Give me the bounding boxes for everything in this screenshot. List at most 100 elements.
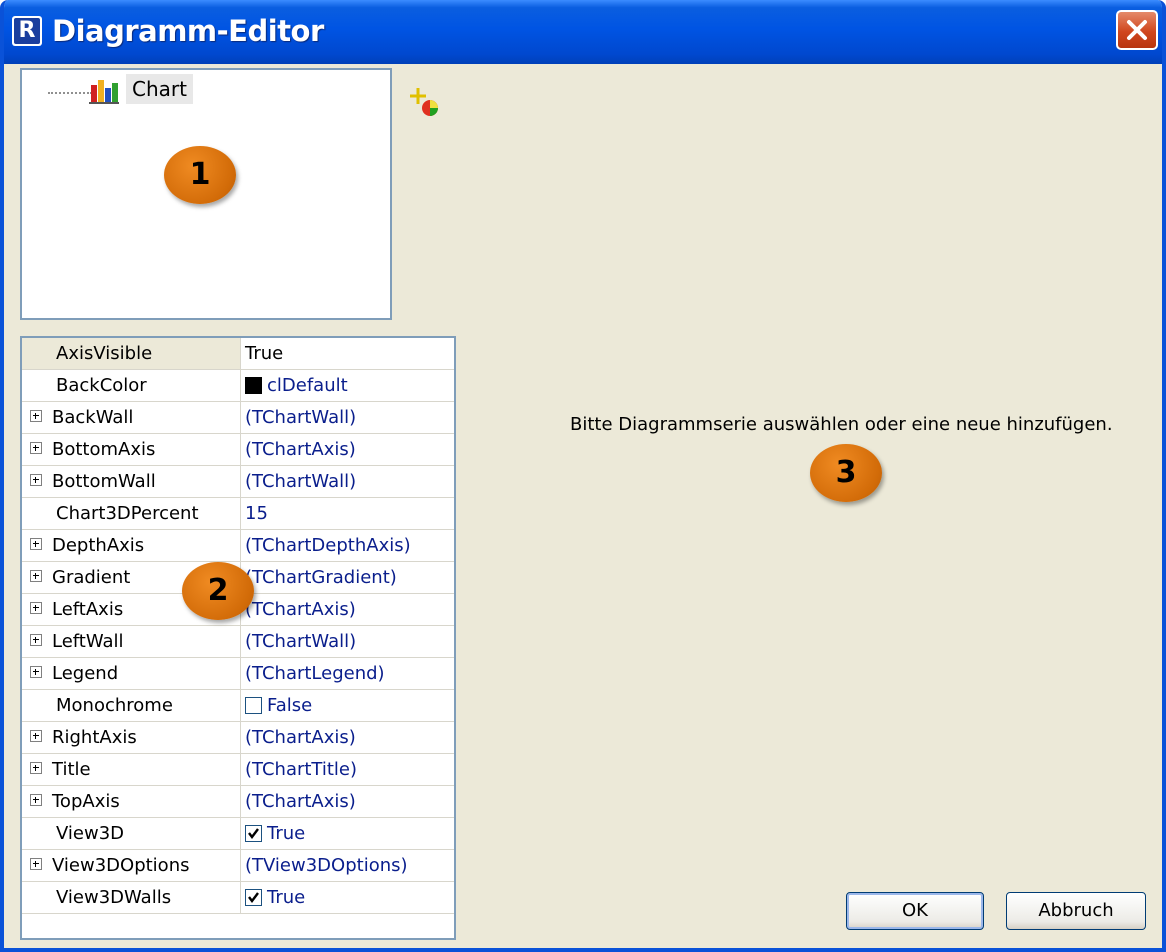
property-value-cell[interactable]: (TView3DOptions)	[241, 850, 454, 882]
property-name: LeftAxis	[52, 599, 124, 620]
property-name-cell[interactable]: RightAxis	[22, 722, 241, 754]
property-row-backcolor[interactable]: BackColor clDefault	[22, 370, 454, 402]
property-name-cell[interactable]: TopAxis	[22, 786, 241, 818]
property-row-leftwall[interactable]: LeftWall (TChartWall)	[22, 626, 454, 658]
expand-plus-icon[interactable]	[30, 602, 42, 614]
expand-plus-icon[interactable]	[30, 442, 42, 454]
property-name: View3D	[56, 823, 125, 844]
property-name-cell[interactable]: View3D	[22, 818, 241, 850]
expand-plus-icon[interactable]	[30, 570, 42, 582]
expand-plus-icon[interactable]	[30, 858, 42, 870]
property-value-cell[interactable]: (TChartWall)	[241, 626, 454, 658]
expand-plus-icon[interactable]	[30, 474, 42, 486]
property-name: LeftWall	[52, 631, 124, 652]
property-name-cell[interactable]: Chart3DPercent	[22, 498, 241, 530]
cancel-button[interactable]: Abbruch	[1006, 892, 1146, 930]
no-series-hint: Bitte Diagrammserie auswählen oder eine …	[570, 414, 1113, 435]
close-button[interactable]	[1116, 10, 1158, 50]
expand-plus-icon[interactable]	[30, 538, 42, 550]
property-row-backwall[interactable]: BackWall (TChartWall)	[22, 402, 454, 434]
property-name: RightAxis	[52, 727, 137, 748]
property-checkbox[interactable]	[245, 825, 262, 842]
property-value-cell[interactable]: (TChartLegend)	[241, 658, 454, 690]
property-name-cell[interactable]: View3DWalls	[22, 882, 241, 914]
property-name-cell[interactable]: DepthAxis	[22, 530, 241, 562]
property-value: True	[267, 823, 306, 844]
expand-plus-icon[interactable]	[30, 762, 42, 774]
property-name: BackWall	[52, 407, 134, 428]
property-value-cell[interactable]: (TChartWall)	[241, 466, 454, 498]
property-value-cell[interactable]: (TChartAxis)	[241, 786, 454, 818]
title-bar[interactable]: R Diagramm-Editor	[4, 0, 1162, 64]
property-name-cell[interactable]: Title	[22, 754, 241, 786]
property-value-cell[interactable]: clDefault	[241, 370, 454, 402]
property-checkbox[interactable]	[245, 697, 262, 714]
tree-node-chart[interactable]: Chart	[126, 74, 193, 104]
expand-plus-icon[interactable]	[30, 410, 42, 422]
property-row-bottomaxis[interactable]: BottomAxis (TChartAxis)	[22, 434, 454, 466]
property-row-title[interactable]: Title (TChartTitle)	[22, 754, 454, 786]
property-checkbox[interactable]	[245, 889, 262, 906]
property-name: TopAxis	[52, 791, 120, 812]
callout-badge-2: 2	[182, 562, 254, 620]
bar-chart-icon	[89, 80, 119, 104]
property-value-cell[interactable]: True	[241, 338, 454, 370]
property-name-cell[interactable]: AxisVisible	[22, 338, 241, 370]
property-row-view3doptions[interactable]: View3DOptions (TView3DOptions)	[22, 850, 454, 882]
expand-plus-icon[interactable]	[30, 634, 42, 646]
property-value-cell[interactable]: (TChartAxis)	[241, 594, 454, 626]
callout-badge-1: 1	[164, 146, 236, 204]
property-name: BackColor	[56, 375, 147, 396]
property-name: View3DWalls	[56, 887, 172, 908]
property-value: False	[267, 695, 313, 716]
property-name: AxisVisible	[56, 343, 153, 364]
property-name-cell[interactable]: BottomWall	[22, 466, 241, 498]
property-row-chart3dpercent[interactable]: Chart3DPercent 15	[22, 498, 454, 530]
property-value-cell[interactable]: (TChartAxis)	[241, 434, 454, 466]
property-row-bottomwall[interactable]: BottomWall (TChartWall)	[22, 466, 454, 498]
expand-plus-icon[interactable]	[30, 730, 42, 742]
property-value: 15	[245, 503, 268, 524]
add-series-button[interactable]	[408, 86, 444, 122]
property-value-cell[interactable]: (TChartDepthAxis)	[241, 530, 454, 562]
property-row-legend[interactable]: Legend (TChartLegend)	[22, 658, 454, 690]
property-row-view3dwalls[interactable]: View3DWalls True	[22, 882, 454, 914]
property-value-cell[interactable]: (TChartWall)	[241, 402, 454, 434]
ok-button[interactable]: OK	[846, 892, 984, 930]
property-value-cell[interactable]: (TChartTitle)	[241, 754, 454, 786]
property-value: (TChartAxis)	[245, 439, 356, 460]
expand-plus-icon[interactable]	[30, 666, 42, 678]
property-value: (TChartWall)	[245, 471, 357, 492]
callout-badge-3: 3	[810, 444, 882, 502]
property-row-topaxis[interactable]: TopAxis (TChartAxis)	[22, 786, 454, 818]
expand-plus-icon[interactable]	[30, 794, 42, 806]
property-row-view3d[interactable]: View3D True	[22, 818, 454, 850]
property-value: clDefault	[267, 375, 348, 396]
property-value-cell[interactable]: (TChartGradient)	[241, 562, 454, 594]
property-value: (TView3DOptions)	[245, 855, 408, 876]
property-value-cell[interactable]: True	[241, 818, 454, 850]
checkmark-icon	[248, 828, 259, 839]
property-name-cell[interactable]: BackColor	[22, 370, 241, 402]
property-name: Legend	[52, 663, 119, 684]
property-name-cell[interactable]: Monochrome	[22, 690, 241, 722]
property-row-axisvisible[interactable]: AxisVisible True	[22, 338, 454, 370]
property-value-cell[interactable]: 15	[241, 498, 454, 530]
property-value-cell[interactable]: True	[241, 882, 454, 914]
property-name-cell[interactable]: BackWall	[22, 402, 241, 434]
property-name-cell[interactable]: BottomAxis	[22, 434, 241, 466]
property-value-cell[interactable]: False	[241, 690, 454, 722]
tree-connector	[48, 92, 92, 94]
property-value-cell[interactable]: (TChartAxis)	[241, 722, 454, 754]
property-name: Monochrome	[56, 695, 173, 716]
window-title: Diagramm-Editor	[52, 14, 324, 48]
property-row-monochrome[interactable]: Monochrome False	[22, 690, 454, 722]
property-grid[interactable]: AxisVisible True BackColor clDefault BackWal…	[20, 336, 456, 940]
property-row-depthaxis[interactable]: DepthAxis (TChartDepthAxis)	[22, 530, 454, 562]
property-name-cell[interactable]: View3DOptions	[22, 850, 241, 882]
property-name: Gradient	[52, 567, 131, 588]
property-name-cell[interactable]: Legend	[22, 658, 241, 690]
property-row-rightaxis[interactable]: RightAxis (TChartAxis)	[22, 722, 454, 754]
property-value: True	[245, 343, 284, 364]
property-name-cell[interactable]: LeftWall	[22, 626, 241, 658]
